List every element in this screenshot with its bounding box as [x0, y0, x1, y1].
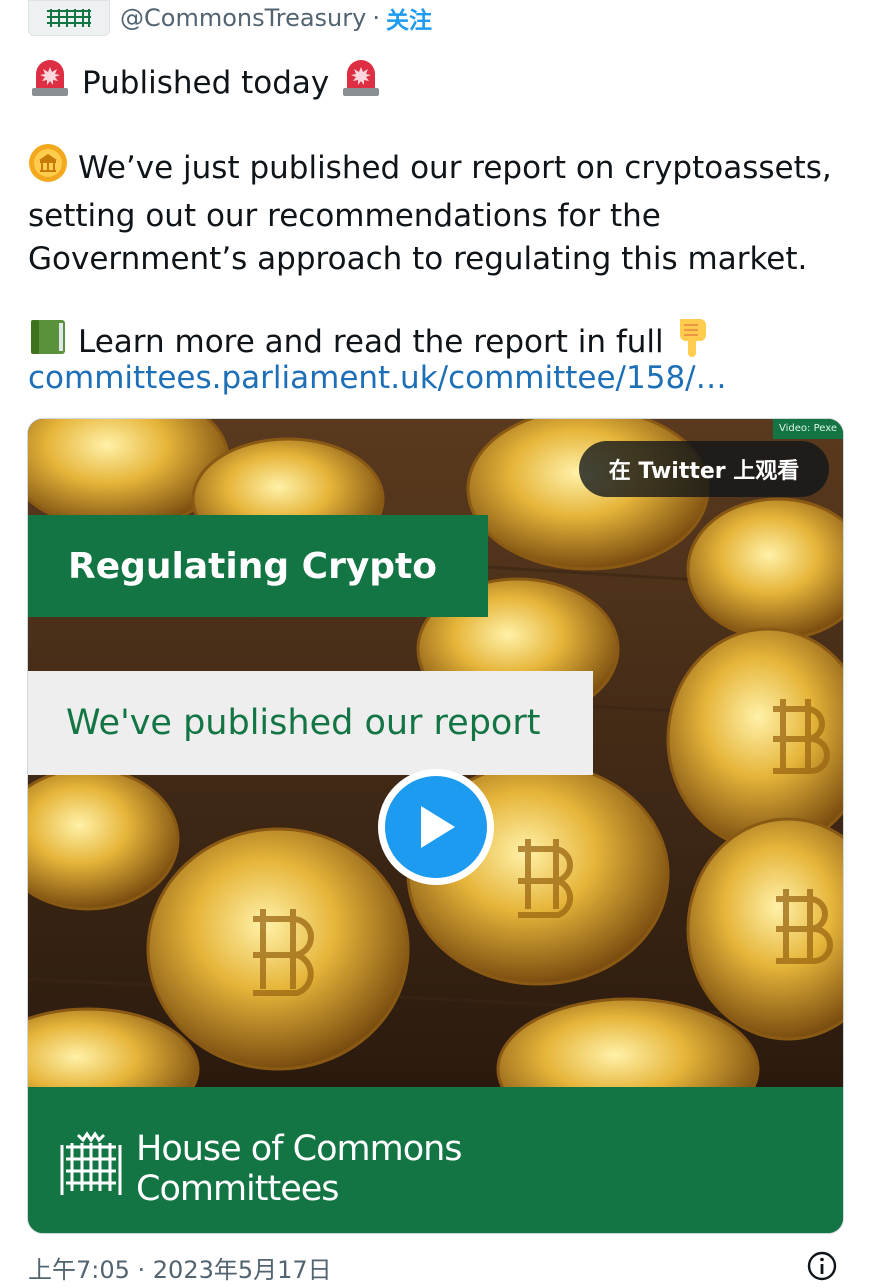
portcullis-logo-icon: [47, 9, 91, 27]
tweet-header: @CommonsTreasury · 关注: [28, 0, 432, 36]
account-handle[interactable]: @CommonsTreasury: [120, 4, 366, 32]
portcullis-icon: [60, 1131, 122, 1195]
video-credit-label: Video: Pexe: [773, 419, 843, 439]
banner-title-text: Regulating Crypto: [68, 545, 437, 587]
tweet-paragraph-report: We’ve just published our report on crypt…: [28, 143, 848, 281]
coin-icon: [28, 143, 68, 195]
separator-dot: ·: [372, 4, 380, 32]
tweet-timestamp[interactable]: 上午7:05 · 2023年5月17日: [28, 1250, 332, 1285]
learn-more-text: Learn more and read the report in full: [78, 324, 664, 360]
report-link[interactable]: committees.parliament.uk/committee/158/…: [28, 357, 848, 400]
video-card[interactable]: Video: Pexe 在 Twitter 上观看 Regulating Cry…: [27, 418, 844, 1234]
follow-button[interactable]: 关注: [386, 1, 432, 35]
tweet-line-published: Published today: [28, 58, 848, 110]
watch-on-twitter-button[interactable]: 在 Twitter 上观看: [579, 441, 829, 497]
footer-line-1: House of Commons: [136, 1129, 463, 1169]
footer-line-2: Committees: [136, 1169, 340, 1209]
house-of-commons-footer: House of Commons Committees: [28, 1087, 843, 1233]
title-banner: Regulating Crypto: [28, 515, 488, 617]
police-light-icon: [339, 58, 383, 110]
play-icon: [385, 776, 487, 878]
police-light-icon: [28, 58, 72, 110]
published-today-text: Published today: [82, 65, 330, 101]
account-avatar[interactable]: [28, 0, 110, 36]
info-icon[interactable]: [806, 1250, 838, 1282]
play-button[interactable]: [378, 769, 494, 885]
subtitle-banner: We've published our report: [28, 671, 593, 775]
report-paragraph-text: We’ve just published our report on crypt…: [28, 150, 832, 277]
banner-subtitle-text: We've published our report: [66, 703, 541, 743]
watch-on-twitter-label: 在 Twitter 上观看: [608, 459, 800, 484]
